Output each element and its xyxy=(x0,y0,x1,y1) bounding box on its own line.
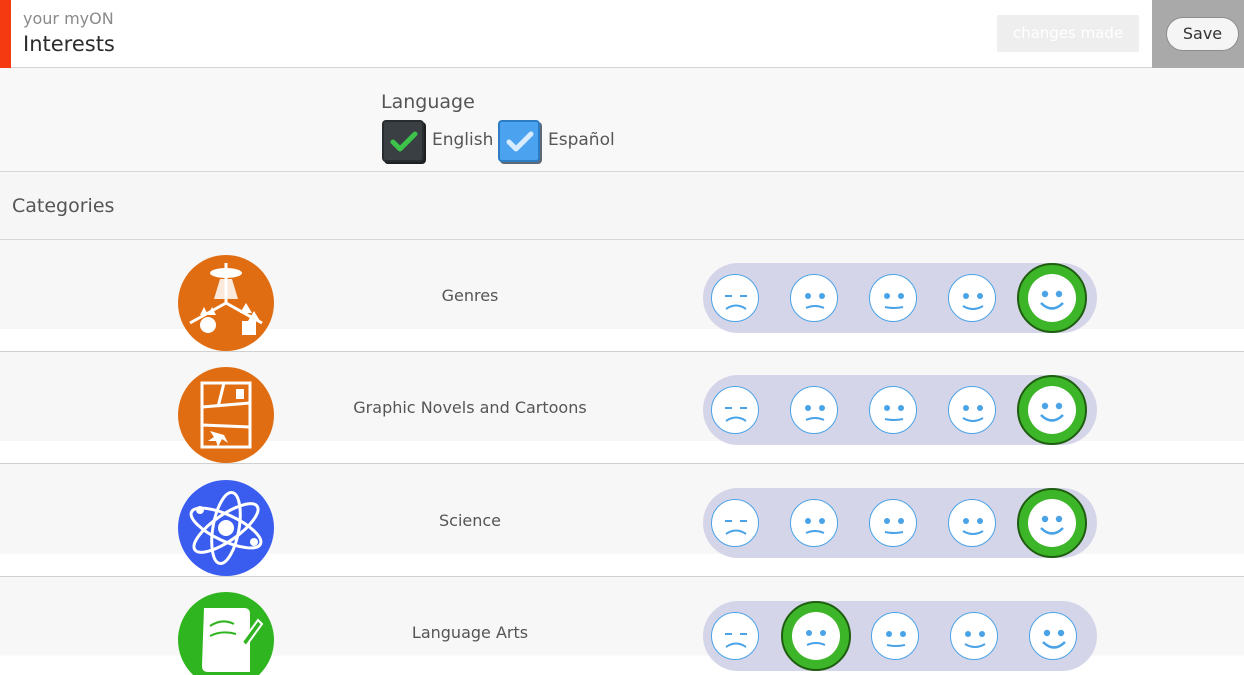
category-label: Science xyxy=(438,511,502,530)
language-title: Language xyxy=(381,91,475,113)
checkmark-icon xyxy=(390,131,418,152)
rating-face-neutral[interactable] xyxy=(869,386,917,434)
category-row-genres: Genres xyxy=(0,240,1244,352)
rating-face-sad[interactable] xyxy=(790,386,838,434)
rating-face-happy[interactable] xyxy=(948,499,996,547)
rating-face-sad[interactable] xyxy=(790,499,838,547)
rating-face-happy[interactable] xyxy=(950,612,998,660)
rating-face-sad[interactable] xyxy=(790,274,838,322)
english-checkbox[interactable] xyxy=(382,120,424,162)
rating-face-neutral[interactable] xyxy=(871,612,919,660)
english-label[interactable]: English xyxy=(432,130,493,150)
rating-face-very-happy-selected[interactable] xyxy=(1017,263,1087,333)
rating-track xyxy=(703,375,1097,445)
rating-face-neutral[interactable] xyxy=(869,499,917,547)
page-title: Interests xyxy=(23,32,115,56)
category-label: Graphic Novels and Cartoons xyxy=(353,398,587,417)
header-subtitle: your myON xyxy=(23,9,114,28)
accent-bar xyxy=(0,0,11,68)
categories-header: Categories xyxy=(0,173,1244,240)
save-button[interactable]: Save xyxy=(1166,17,1239,51)
rating-face-very-sad[interactable] xyxy=(711,612,759,660)
rating-face-very-happy-selected[interactable] xyxy=(1017,375,1087,445)
categories-title: Categories xyxy=(12,195,115,217)
genres-icon xyxy=(178,255,274,351)
science-atom-icon xyxy=(178,480,274,576)
changes-made-indicator: changes made xyxy=(997,15,1139,52)
espanol-checkbox[interactable] xyxy=(498,120,540,162)
save-area: Save xyxy=(1152,0,1244,68)
rating-face-very-sad[interactable] xyxy=(711,386,759,434)
category-row-language-arts: Language Arts xyxy=(0,577,1244,675)
rating-track xyxy=(703,601,1097,671)
checkmark-icon xyxy=(506,131,534,152)
rating-face-very-sad[interactable] xyxy=(711,499,759,547)
espanol-label[interactable]: Español xyxy=(548,130,615,150)
rating-face-sad-selected[interactable] xyxy=(781,601,851,671)
rating-face-very-happy-selected[interactable] xyxy=(1017,488,1087,558)
rating-track xyxy=(703,488,1097,558)
rating-face-neutral[interactable] xyxy=(869,274,917,322)
rating-face-very-sad[interactable] xyxy=(711,274,759,322)
language-arts-scroll-icon xyxy=(178,592,274,675)
rating-face-happy[interactable] xyxy=(948,274,996,322)
category-row-science: Science xyxy=(0,465,1244,577)
rating-face-happy[interactable] xyxy=(948,386,996,434)
graphic-novels-icon xyxy=(178,367,274,463)
category-label: Genres xyxy=(441,286,499,305)
category-row-graphic-novels: Graphic Novels and Cartoons xyxy=(0,352,1244,464)
top-header: your myON Interests changes made Save xyxy=(0,0,1244,68)
language-section: Language English Español xyxy=(0,68,1244,172)
category-label: Language Arts xyxy=(411,623,529,642)
rating-face-very-happy[interactable] xyxy=(1029,612,1077,660)
rating-track xyxy=(703,263,1097,333)
